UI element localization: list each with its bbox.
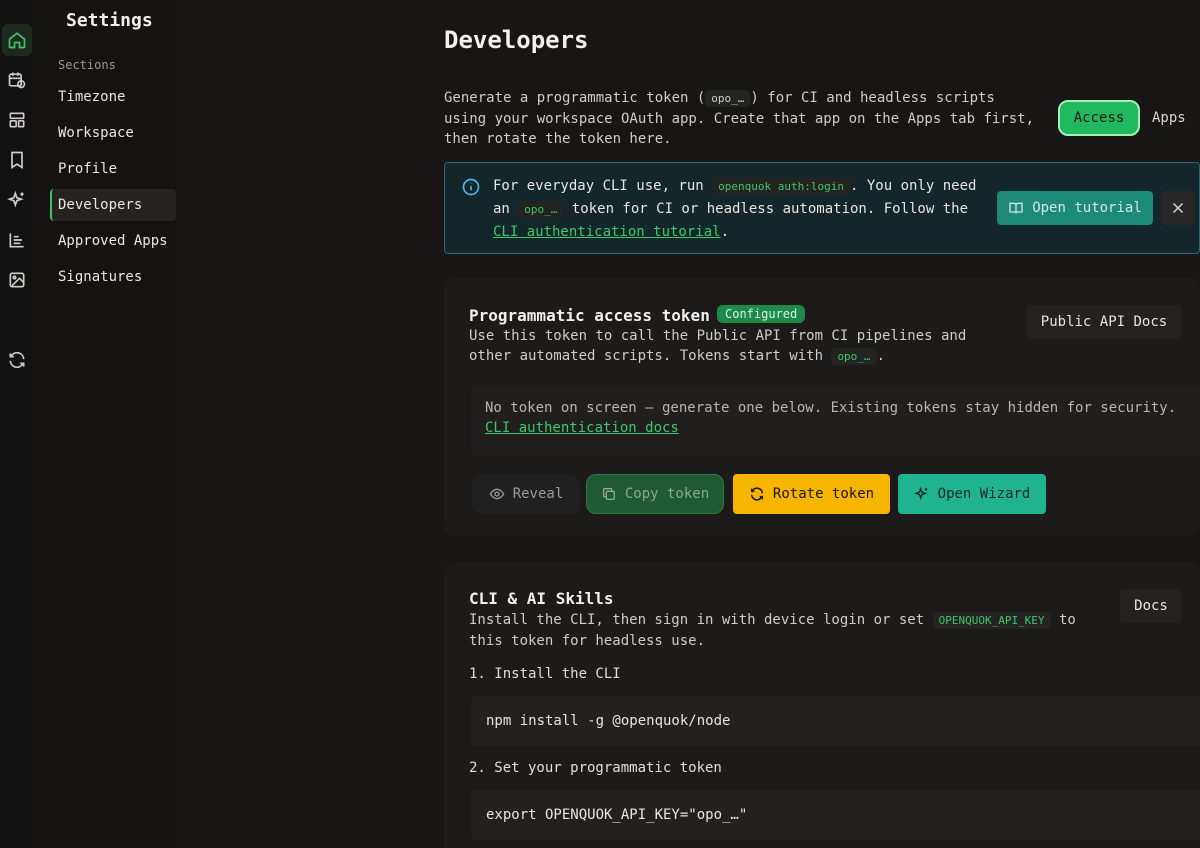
cli-card: CLI & AI Skills Install the CLI, then si… (444, 562, 1200, 848)
info-text-3: token for CI or headless automation. Fol… (563, 201, 968, 217)
rotate-token-label: Rotate token (772, 486, 875, 502)
chart-icon[interactable] (2, 224, 32, 256)
copy-token-label: Copy token (624, 486, 710, 502)
sidebar-title: Settings (66, 10, 153, 31)
cli-card-desc: Install the CLI, then sign in with devic… (469, 610, 1089, 651)
sidebar-item-approved-apps[interactable]: Approved Apps (50, 225, 176, 257)
open-tutorial-label: Open tutorial (1032, 200, 1142, 216)
public-api-docs-button[interactable]: Public API Docs (1026, 305, 1182, 339)
sidebar-item-developers[interactable]: Developers (50, 189, 176, 221)
tab-apps[interactable]: Apps (1152, 100, 1186, 136)
sparkles-icon[interactable] (2, 184, 32, 216)
cli-tutorial-link[interactable]: CLI authentication tutorial (493, 224, 721, 240)
tab-access[interactable]: Access (1058, 100, 1140, 136)
eye-icon (489, 488, 505, 500)
bookmark-icon[interactable] (2, 144, 32, 176)
page-title: Developers (444, 26, 589, 54)
status-badge: Configured (717, 305, 806, 323)
open-tutorial-button[interactable]: Open tutorial (997, 191, 1153, 225)
info-banner: For everyday CLI use, run openquok auth:… (444, 162, 1200, 254)
open-wizard-label: Open Wizard (937, 486, 1031, 502)
dismiss-button[interactable] (1161, 191, 1195, 225)
close-icon (1172, 202, 1184, 214)
page-intro: Generate a programmatic token (opo_…) fo… (444, 88, 1044, 149)
rotate-icon (750, 487, 763, 501)
sparkles-icon (913, 486, 928, 501)
rotate-token-button[interactable]: Rotate token (733, 474, 890, 514)
reveal-button[interactable]: Reveal (472, 474, 580, 514)
sidebar-item-profile[interactable]: Profile (50, 153, 176, 185)
cli-card-title: CLI & AI Skills (469, 589, 614, 608)
step-label-install: 1. Install the CLI (469, 666, 621, 682)
cli-desc-text: Install the CLI, then sign in with devic… (469, 612, 933, 628)
home-icon[interactable] (2, 24, 32, 56)
settings-sidebar: Settings Sections Timezone Workspace Pro… (34, 0, 176, 848)
login-command-code: openquok auth:login (712, 178, 850, 195)
token-card-desc: Use this token to call the Public API fr… (469, 326, 989, 367)
info-icon (462, 178, 480, 196)
book-icon (1009, 202, 1023, 214)
notice-text: No token on screen — generate one below.… (485, 400, 1177, 416)
token-notice: No token on screen — generate one below.… (471, 386, 1200, 456)
sidebar-item-timezone[interactable]: Timezone (50, 81, 176, 113)
open-wizard-button[interactable]: Open Wizard (898, 474, 1046, 514)
intro-text: Generate a programmatic token ( (444, 90, 706, 106)
token-card-title: Programmatic access token (469, 306, 710, 325)
calendar-clock-icon[interactable] (2, 64, 32, 96)
cli-auth-docs-link[interactable]: CLI authentication docs (485, 420, 679, 436)
reveal-label: Reveal (512, 486, 564, 502)
token-prefix-code: opo_… (831, 348, 877, 365)
info-text-1: For everyday CLI use, run (493, 178, 713, 194)
step-label-token: 2. Set your programmatic token (469, 760, 722, 776)
export-command-block[interactable]: export OPENQUOK_API_KEY="opo_…" (471, 790, 1200, 840)
info-text: For everyday CLI use, run openquok auth:… (493, 175, 993, 243)
api-key-env-code: OPENQUOK_API_KEY (932, 612, 1051, 629)
layout-icon[interactable] (2, 104, 32, 136)
refresh-icon[interactable] (2, 344, 32, 376)
sidebar-section-label: Sections (58, 58, 116, 72)
main-content: Developers Generate a programmatic token… (176, 0, 1200, 848)
copy-token-button[interactable]: Copy token (586, 474, 724, 514)
docs-button[interactable]: Docs (1120, 589, 1182, 623)
token-card: Programmatic access token Configured Use… (444, 278, 1200, 536)
token-prefix-code: opo_… (518, 201, 564, 218)
token-prefix-code: opo_… (705, 90, 751, 107)
install-command-block[interactable]: npm install -g @openquok/node (471, 696, 1200, 746)
token-desc-text: Use this token to call the Public API fr… (469, 328, 967, 364)
info-text-4: . (720, 224, 730, 240)
sidebar-item-signatures[interactable]: Signatures (50, 261, 176, 293)
token-desc-end: . (876, 348, 885, 364)
copy-icon (602, 488, 615, 500)
sidebar-item-workspace[interactable]: Workspace (50, 117, 176, 149)
icon-rail (0, 0, 34, 848)
image-icon[interactable] (2, 264, 32, 296)
